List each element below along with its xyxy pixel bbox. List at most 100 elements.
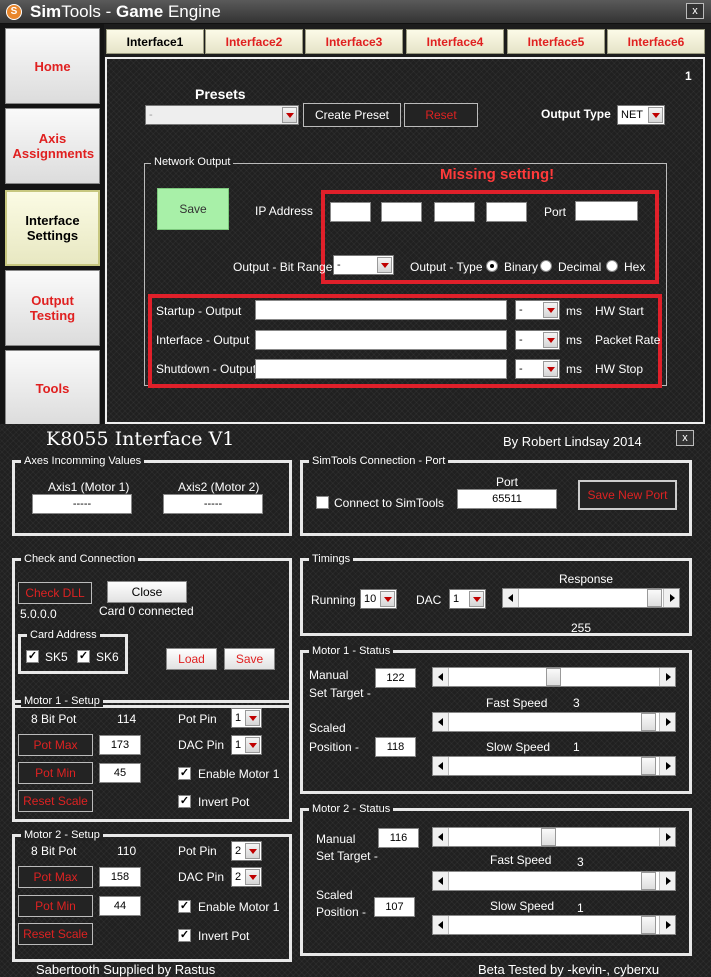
save-button[interactable]: Save	[157, 188, 229, 230]
sidebar-item-output-testing[interactable]: Output Testing	[5, 270, 100, 346]
save-new-port-button[interactable]: Save New Port	[578, 480, 677, 510]
arrow-left-icon	[433, 713, 449, 731]
motor1-pot-min-button[interactable]: Pot Min	[18, 762, 93, 784]
axis1-label: Axis1 (Motor 1)	[48, 480, 130, 494]
motor2-dac-pin-select[interactable]: 2	[231, 867, 262, 887]
motor1-invert-checkbox[interactable]: ✓	[178, 795, 191, 808]
sidebar-item-interface-settings[interactable]: Interface Settings	[5, 190, 100, 266]
motor2-pot-min-button[interactable]: Pot Min	[18, 895, 93, 917]
k8055-window: K8055 Interface V1 By Robert Lindsay 201…	[0, 424, 711, 977]
connect-checkbox[interactable]	[316, 496, 329, 509]
card-address-title: Card Address	[27, 629, 100, 641]
startup-output-input[interactable]	[255, 300, 507, 320]
motor1-pot-max-button[interactable]: Pot Max	[18, 734, 93, 756]
close-icon: x	[692, 5, 698, 17]
chevron-down-icon	[543, 332, 558, 348]
interface-output-input[interactable]	[255, 330, 507, 350]
response-value: 255	[571, 621, 592, 635]
motor1-pot-pin-select[interactable]: 1	[231, 708, 262, 728]
tab-interface6[interactable]: Interface6	[607, 29, 705, 54]
simtools-logo-icon: S	[6, 4, 22, 20]
startup-ms-select[interactable]: -	[515, 300, 560, 320]
port-label: Port	[496, 475, 519, 489]
position-label: Position -	[309, 740, 360, 754]
preset-select[interactable]: -	[145, 105, 299, 125]
invert-pot-label: Invert Pot	[198, 929, 250, 943]
tab-interface5[interactable]: Interface5	[507, 29, 605, 54]
save-button[interactable]: Save	[224, 648, 275, 670]
shutdown-output-label: Shutdown - Output	[156, 362, 257, 376]
motor1-fast-speed-slider[interactable]	[432, 712, 676, 732]
invert-pot-label: Invert Pot	[198, 795, 250, 809]
motor1-dac-pin-select[interactable]: 1	[231, 735, 262, 755]
motor1-set-target-slider[interactable]	[432, 667, 676, 687]
manual-label: Manual	[309, 668, 349, 682]
tab-interface3[interactable]: Interface3	[305, 29, 403, 54]
load-button[interactable]: Load	[166, 648, 217, 670]
create-preset-button[interactable]: Create Preset	[303, 103, 401, 127]
arrow-right-icon	[663, 589, 679, 607]
tab-interface2[interactable]: Interface2	[205, 29, 303, 54]
radio-decimal-label: Decimal	[558, 260, 602, 274]
ip-octet-3-input[interactable]	[434, 202, 475, 222]
fast-speed-label: Fast Speed	[486, 696, 548, 710]
ip-octet-4-input[interactable]	[486, 202, 527, 222]
dll-version: 5.0.0.0	[20, 607, 57, 621]
sk5-checkbox[interactable]: ✓	[26, 650, 39, 663]
card-status: Card 0 connected	[99, 604, 194, 618]
tab-interface4[interactable]: Interface4	[406, 29, 504, 54]
motor2-slow-speed-slider[interactable]	[432, 915, 676, 935]
sidebar-item-tools[interactable]: Tools	[5, 350, 100, 426]
arrow-right-icon	[659, 668, 675, 686]
ip-octet-1-input[interactable]	[330, 202, 371, 222]
motor2-pot-max-value: 158	[99, 867, 141, 887]
port-input[interactable]	[575, 201, 638, 221]
close-button[interactable]: Close	[107, 581, 187, 603]
window-title: SimTools - Game Engine	[30, 2, 221, 21]
motor2-pot-pin-select[interactable]: 2	[231, 841, 262, 861]
presets-label: Presets	[195, 86, 246, 102]
motor1-position-value: 118	[375, 737, 416, 757]
arrow-right-icon	[659, 872, 675, 890]
sidebar-item-axis-assignments[interactable]: Axis Assignments	[5, 108, 100, 184]
k8055-close-button[interactable]: x	[676, 430, 694, 446]
motor1-enable-checkbox[interactable]: ✓	[178, 767, 191, 780]
port-input[interactable]: 65511	[457, 489, 557, 509]
bit-range-select[interactable]: -	[333, 255, 394, 275]
radio-decimal[interactable]	[540, 260, 552, 272]
motor2-set-target-slider[interactable]	[432, 827, 676, 847]
sidebar-item-home[interactable]: Home	[5, 28, 100, 104]
dac-label: DAC	[416, 593, 442, 607]
tab-interface1[interactable]: Interface1	[106, 29, 204, 54]
title-bar: S SimTools - Game Engine x	[0, 0, 711, 24]
axes-title: Axes Incomming Values	[21, 455, 145, 467]
dac-select[interactable]: 1	[449, 589, 486, 609]
pot-pin-label: Pot Pin	[178, 844, 217, 858]
radio-hex[interactable]	[606, 260, 618, 272]
check-dll-button[interactable]: Check DLL	[18, 582, 92, 604]
fast-speed-value: 3	[577, 855, 584, 869]
ip-octet-2-input[interactable]	[381, 202, 422, 222]
interface-ms-select[interactable]: -	[515, 330, 560, 350]
motor1-reset-scale-button[interactable]: Reset Scale	[18, 790, 93, 812]
reset-button[interactable]: Reset	[404, 103, 478, 127]
motor2-invert-checkbox[interactable]: ✓	[178, 929, 191, 942]
window-close-button[interactable]: x	[686, 3, 704, 19]
chevron-down-icon	[377, 257, 392, 273]
motor2-enable-checkbox[interactable]: ✓	[178, 900, 191, 913]
ms-label: ms	[566, 362, 582, 376]
shutdown-output-input[interactable]	[255, 359, 507, 379]
running-label: Running	[311, 593, 356, 607]
response-slider[interactable]	[502, 588, 680, 608]
motor2-reset-scale-button[interactable]: Reset Scale	[18, 923, 93, 945]
motor1-slow-speed-slider[interactable]	[432, 756, 676, 776]
output-type-select[interactable]: NET	[617, 105, 665, 125]
running-select[interactable]: 10	[360, 589, 397, 609]
chevron-down-icon	[543, 302, 558, 318]
motor2-pot-max-button[interactable]: Pot Max	[18, 866, 93, 888]
shutdown-ms-select[interactable]: -	[515, 359, 560, 379]
motor2-fast-speed-slider[interactable]	[432, 871, 676, 891]
sk6-checkbox[interactable]: ✓	[77, 650, 90, 663]
motor1-status-title: Motor 1 - Status	[309, 645, 394, 657]
radio-binary[interactable]	[486, 260, 498, 272]
